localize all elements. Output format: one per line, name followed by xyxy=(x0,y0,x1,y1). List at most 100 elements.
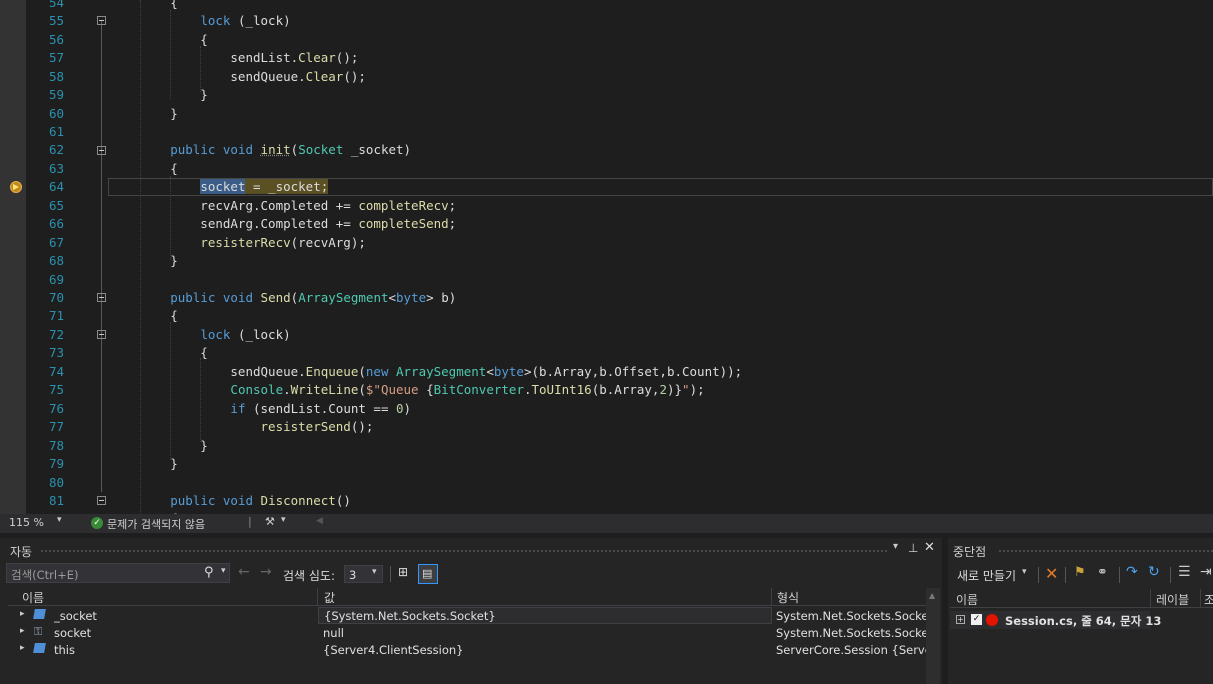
row-value: {System.Net.Sockets.Socket} xyxy=(324,609,496,623)
line-number: 59 xyxy=(48,87,64,102)
row-type: ServerCore.Session {Serve... xyxy=(776,643,926,657)
search-input[interactable]: 검색(Ctrl+E) ⚲ ▾ xyxy=(6,563,230,583)
code-line: } xyxy=(110,106,178,121)
go-to-disassembly-icon[interactable]: ↻ xyxy=(1148,564,1160,580)
hex-display-toggle[interactable]: ▤ xyxy=(418,564,438,584)
dropdown-icon[interactable]: ▾ xyxy=(893,541,898,552)
scroll-left-icon[interactable]: ◀ xyxy=(316,516,323,526)
table-row[interactable]: ▸ ⚿ socket null System.Net.Sockets.Socke… xyxy=(8,624,926,641)
code-line: sendList.Clear(); xyxy=(110,50,359,65)
value-cell[interactable]: {System.Net.Sockets.Socket} xyxy=(318,607,772,624)
delete-all-icon[interactable]: ⚑ xyxy=(1074,565,1086,580)
collapse-icon[interactable] xyxy=(97,16,106,25)
columns-icon[interactable]: ☰ xyxy=(1178,564,1191,580)
column-type[interactable]: 형식 xyxy=(777,589,799,606)
pin-columns-icon[interactable]: ⊞ xyxy=(398,565,408,579)
code-line: sendQueue.Enqueue(new ArraySegment<byte>… xyxy=(110,364,743,379)
code-line: { xyxy=(110,32,208,47)
line-number: 61 xyxy=(48,124,64,139)
separator xyxy=(1038,567,1039,583)
column-divider[interactable] xyxy=(1150,589,1151,607)
line-number: 65 xyxy=(48,198,64,213)
search-placeholder: 검색(Ctrl+E) xyxy=(11,568,79,582)
line-number: 78 xyxy=(48,438,64,453)
chevron-down-icon[interactable]: ▾ xyxy=(1022,567,1027,577)
code-line: } xyxy=(110,253,178,268)
issues-status[interactable]: 문제가 검색되지 않음 xyxy=(107,516,205,532)
code-line: } xyxy=(110,438,208,453)
table-row[interactable]: ▸ _socket {System.Net.Sockets.Socket} Sy… xyxy=(8,607,926,624)
expand-icon[interactable]: ▸ xyxy=(20,643,25,653)
go-to-source-icon[interactable]: ↷ xyxy=(1126,564,1138,580)
column-divider[interactable] xyxy=(317,588,318,605)
field-icon xyxy=(33,609,46,619)
grid-header: 이름 레이블 조 xyxy=(950,589,1213,608)
object-icon xyxy=(33,643,46,653)
brush-icon[interactable]: ⚒ xyxy=(265,515,275,528)
code-line: sendArg.Completed += completeSend; xyxy=(110,216,457,231)
search-depth-select[interactable]: 3 ▾ xyxy=(344,565,383,583)
code-line: } xyxy=(110,87,208,102)
check-circle-icon: ✓ xyxy=(91,517,103,529)
line-number: 56 xyxy=(48,32,64,47)
current-statement-arrow-icon xyxy=(13,184,19,190)
search-options-icon[interactable]: ▾ xyxy=(221,566,226,576)
code-line: { xyxy=(110,161,178,176)
column-name[interactable]: 이름 xyxy=(22,589,44,606)
title-grip xyxy=(998,549,1213,553)
search-icon[interactable]: ⚲ xyxy=(204,565,214,580)
autos-panel: 자동 ▾ ⊥ ✕ 검색(Ctrl+E) ⚲ ▾ ← → 검색 심도: 3 ▾ ⊞… xyxy=(0,538,942,684)
line-number: 63 xyxy=(48,161,64,176)
new-breakpoint-button[interactable]: 새로 만들기 xyxy=(957,567,1016,584)
vertical-scrollbar[interactable]: ▲ xyxy=(926,588,940,684)
expand-icon[interactable]: ▸ xyxy=(20,626,25,636)
line-number: 60 xyxy=(48,106,64,121)
grid-header: 이름 값 형식 xyxy=(8,588,928,606)
zoom-level[interactable]: 115 % xyxy=(9,516,44,529)
code-line: resisterRecv(recvArg); xyxy=(200,235,366,250)
line-number: 69 xyxy=(48,272,64,287)
code-editor[interactable]: 54 55 56 57 58 59 60 61 62 63 64 65 66 67 68 69 70 71 72 73… xyxy=(0,0,1213,514)
chevron-down-icon[interactable]: ▾ xyxy=(281,515,286,525)
code-line: public void Send(ArraySegment<byte> b) xyxy=(170,290,457,305)
column-condition[interactable]: 조 xyxy=(1204,591,1213,608)
column-divider[interactable] xyxy=(1200,589,1201,607)
expand-icon[interactable]: ▸ xyxy=(20,609,25,619)
table-row[interactable]: ▸ this {Server4.ClientSession} ServerCor… xyxy=(8,641,926,658)
code-line: socket = _socket; xyxy=(200,179,329,194)
row-name: _socket xyxy=(54,609,97,623)
line-number: 76 xyxy=(48,401,64,416)
delete-icon[interactable]: ✕ xyxy=(1045,564,1058,583)
pin-icon[interactable]: ⊥ xyxy=(908,541,918,555)
row-name: this xyxy=(54,643,75,657)
row-value[interactable]: null xyxy=(323,626,344,640)
row-value[interactable]: {Server4.ClientSession} xyxy=(323,643,464,657)
scroll-up-icon[interactable]: ▲ xyxy=(929,591,935,600)
column-label[interactable]: 레이블 xyxy=(1156,591,1189,608)
row-name: socket xyxy=(54,626,92,640)
line-number: 67 xyxy=(48,235,64,250)
collapse-icon[interactable] xyxy=(97,496,106,505)
line-number: 80 xyxy=(48,475,64,490)
back-icon[interactable]: ← xyxy=(238,564,250,580)
collapse-icon[interactable] xyxy=(97,330,106,339)
column-divider[interactable] xyxy=(771,588,772,605)
expand-icon[interactable]: + xyxy=(956,615,965,624)
disable-all-icon[interactable]: ⚭ xyxy=(1097,565,1108,580)
line-number: 70 xyxy=(48,290,64,305)
row-type: System.Net.Sockets.Socket xyxy=(776,609,926,623)
line-number: 81 xyxy=(48,493,64,508)
export-icon[interactable]: ⇥ xyxy=(1200,564,1212,580)
breakpoint-row[interactable]: + ✓ Session.cs, 줄 64, 문자 13 xyxy=(950,611,1161,629)
collapse-icon[interactable] xyxy=(97,293,106,302)
row-type: System.Net.Sockets.Socket xyxy=(776,626,926,640)
collapse-icon[interactable] xyxy=(97,146,106,155)
column-name[interactable]: 이름 xyxy=(956,591,978,608)
zoom-dropdown-icon[interactable]: ▾ xyxy=(57,515,62,525)
forward-icon[interactable]: → xyxy=(260,564,272,580)
close-icon[interactable]: ✕ xyxy=(924,540,935,555)
enabled-checkbox[interactable]: ✓ xyxy=(971,614,982,625)
line-number: 71 xyxy=(48,308,64,323)
breakpoint-gutter[interactable] xyxy=(0,0,26,514)
column-value[interactable]: 값 xyxy=(324,589,335,606)
